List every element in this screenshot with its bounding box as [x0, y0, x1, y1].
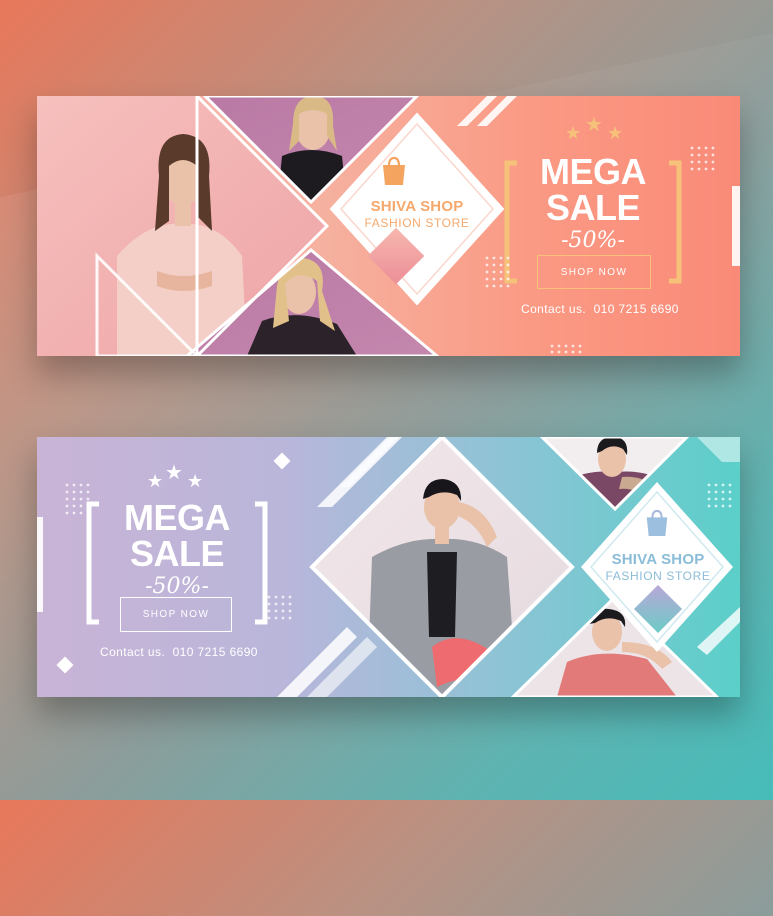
star-icon: ★ [585, 114, 603, 136]
banner-cool: SHIVA SHOP FASHION STORE ★ ★ ★ MEGA SALE… [37, 437, 740, 697]
brand-name: SHIVA SHOP [370, 198, 464, 215]
phone-number: 010 7215 6690 [172, 645, 258, 659]
discount-label: -50%- [561, 228, 625, 253]
contact-label: Contact us. [521, 302, 587, 316]
brand-block: SHIVA SHOP FASHION STORE [583, 551, 733, 583]
star-icon: ★ [565, 123, 582, 143]
brand-block: SHIVA SHOP FASHION STORE [331, 198, 503, 230]
star-icon: ★ [607, 123, 624, 143]
banner-warm: SHIVA SHOP FASHION STORE ★ ★ ★ #banner1 … [37, 96, 740, 356]
headline-mega: MEGA [124, 497, 231, 538]
headline-sale: SALE [545, 187, 641, 228]
sale-headline: MEGA SALE -50%- [99, 500, 255, 600]
brand-name: SHIVA SHOP [611, 551, 705, 568]
brand-subtitle: FASHION STORE [364, 216, 470, 230]
sale-headline: MEGA SALE -50%- [517, 154, 669, 254]
star-icon: ★ [187, 471, 204, 491]
shopping-bag-icon [383, 156, 405, 185]
headline-sale: SALE [129, 533, 225, 574]
shopping-bag-icon [646, 509, 668, 536]
phone-number: 010 7215 6690 [593, 302, 679, 316]
star-icon: ★ [147, 471, 164, 491]
brand-subtitle: FASHION STORE [605, 569, 711, 583]
star-icon: ★ [165, 462, 183, 484]
contact-label: Contact us. [100, 645, 166, 659]
shop-now-button[interactable]: SHOP NOW [537, 255, 651, 289]
contact-line: Contact us. 010 7215 6690 [100, 645, 258, 659]
contact-line: Contact us. 010 7215 6690 [521, 302, 679, 316]
shop-now-button[interactable]: SHOP NOW [120, 597, 232, 632]
headline-mega: MEGA [540, 151, 647, 192]
